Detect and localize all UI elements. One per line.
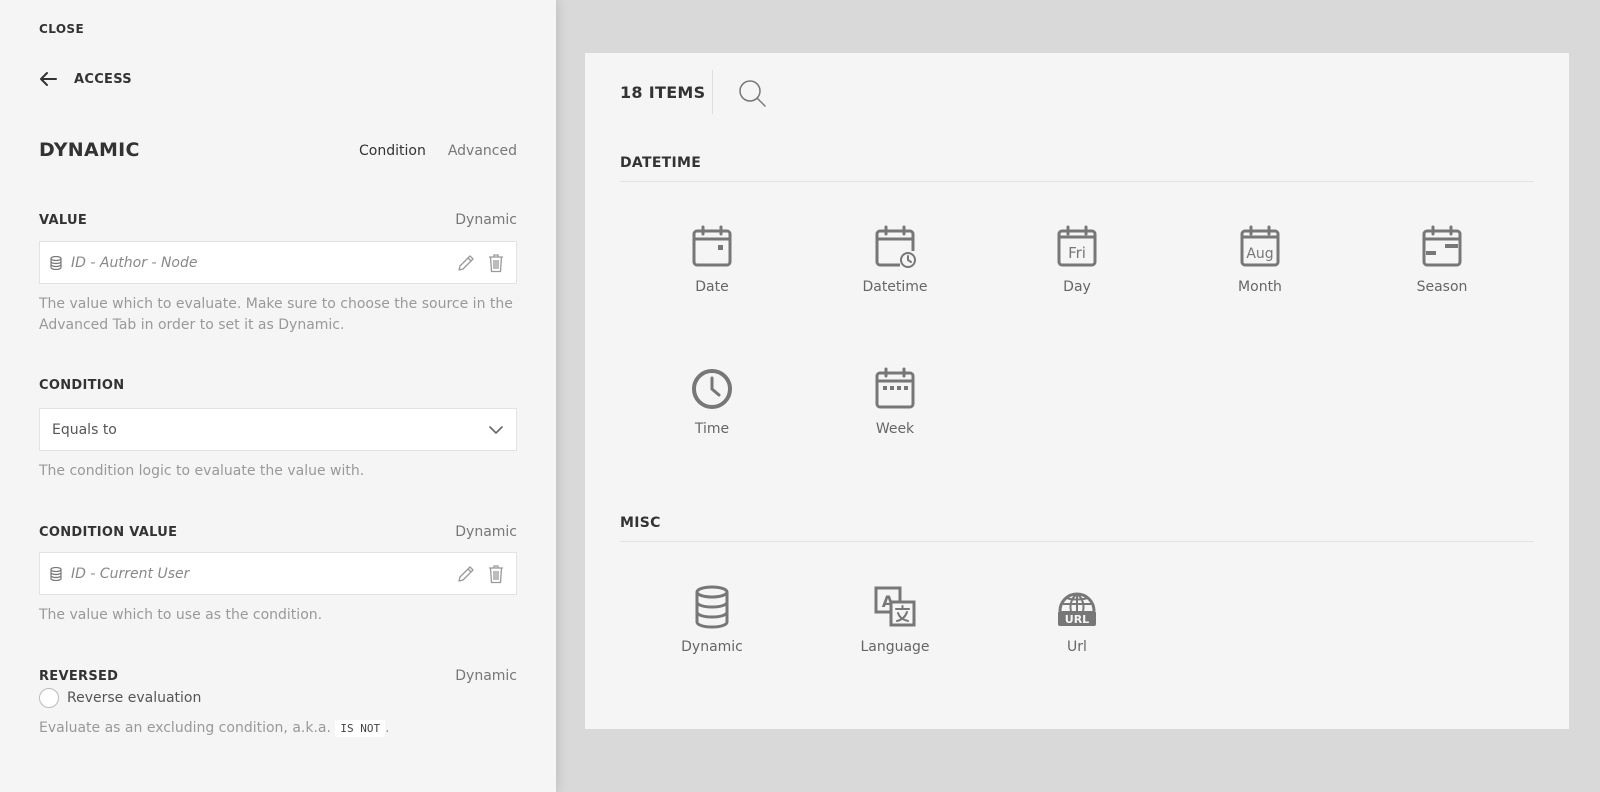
item-season[interactable]: Season [1377,225,1507,295]
item-time[interactable]: Time [647,367,777,437]
database-icon [695,585,729,629]
item-count: 18 ITEMS [620,83,706,102]
settings-panel: CLOSE ACCESS DYNAMIC Condition Advanced … [0,0,556,792]
trash-icon[interactable] [486,253,506,273]
reverse-evaluation-option[interactable]: Reverse evaluation [39,688,201,708]
database-icon [50,255,62,270]
item-month[interactable]: Aug Month [1195,225,1325,295]
reversed-mode-toggle[interactable]: Dynamic [455,668,517,684]
calendar-clock-icon [875,225,916,268]
condition-value-field-text: ID - Current User [71,565,190,582]
item-label: Month [1238,279,1282,295]
item-label: Time [694,421,730,437]
clock-icon [692,369,732,409]
url-glyph: URL [1065,613,1089,626]
value-field[interactable]: ID - Author - Node [39,241,517,284]
search-icon[interactable] [738,79,766,107]
tab-advanced[interactable]: Advanced [448,143,517,159]
item-label: Week [875,421,915,437]
condition-value-field[interactable]: ID - Current User [39,552,517,595]
reversed-label: REVERSED [39,669,119,684]
reversed-help-text: Evaluate as an excluding condition, a.k.… [39,720,331,736]
item-picker: 18 ITEMS DATETIME Date Datetime Fri Day … [585,53,1569,729]
tab-condition[interactable]: Condition [359,143,426,159]
item-label: Date [695,279,729,295]
condition-value-label: CONDITION VALUE [39,525,178,540]
month-glyph: Aug [1246,246,1273,262]
day-glyph: Fri [1068,244,1086,262]
value-label: VALUE [39,213,87,228]
value-field-text: ID - Author - Node [71,254,198,271]
pencil-icon[interactable] [456,564,476,584]
calendar-week-icon [875,367,915,409]
back-label: ACCESS [74,71,132,87]
database-icon [50,566,62,581]
item-label: Language [860,639,930,655]
value-help: The value which to evaluate. Make sure t… [39,296,513,333]
panel-title: DYNAMIC [39,139,140,161]
section-misc: MISC [620,515,1534,542]
condition-select[interactable]: Equals to [39,408,517,451]
header-divider [712,70,713,114]
calendar-month-icon: Aug [1240,225,1280,267]
panel-tabs: Condition Advanced [359,143,517,159]
reversed-help-code: IS NOT [335,720,386,737]
calendar-date-icon [692,225,732,267]
reversed-help: Evaluate as an excluding condition, a.k.… [39,718,517,739]
item-label: Url [1067,639,1087,655]
condition-help: The condition logic to evaluate the valu… [39,463,365,479]
condition-selected: Equals to [52,421,117,438]
condition-value-mode-toggle[interactable]: Dynamic [455,524,517,540]
item-dynamic[interactable]: Dynamic [647,585,777,655]
chevron-down-icon [489,425,503,434]
calendar-season-icon [1422,225,1462,267]
item-language[interactable]: A Language [830,585,960,655]
arrow-left-icon [40,72,57,86]
item-label: Season [1416,279,1468,295]
trash-icon[interactable] [486,564,506,584]
condition-label: CONDITION [39,378,125,393]
item-week[interactable]: Week [830,367,960,437]
close-button[interactable]: CLOSE [39,22,84,36]
url-globe-icon: URL [1058,592,1096,626]
calendar-day-icon: Fri [1057,225,1097,267]
value-mode-toggle[interactable]: Dynamic [455,212,517,228]
item-label: Day [1063,279,1091,295]
section-datetime: DATETIME [620,155,1534,182]
item-url[interactable]: URL Url [1012,585,1142,655]
language-icon: A [874,586,916,627]
item-date[interactable]: Date [647,225,777,295]
item-day[interactable]: Fri Day [1012,225,1142,295]
reverse-evaluation-label: Reverse evaluation [67,690,202,706]
item-label: Dynamic [681,639,743,655]
back-button[interactable]: ACCESS [39,70,132,88]
condition-value-help: The value which to use as the condition. [39,607,323,623]
reversed-help-suffix: . [385,720,390,736]
pencil-icon[interactable] [456,253,476,273]
item-label: Datetime [862,279,928,295]
reverse-evaluation-radio[interactable] [39,688,59,708]
item-datetime[interactable]: Datetime [830,225,960,295]
